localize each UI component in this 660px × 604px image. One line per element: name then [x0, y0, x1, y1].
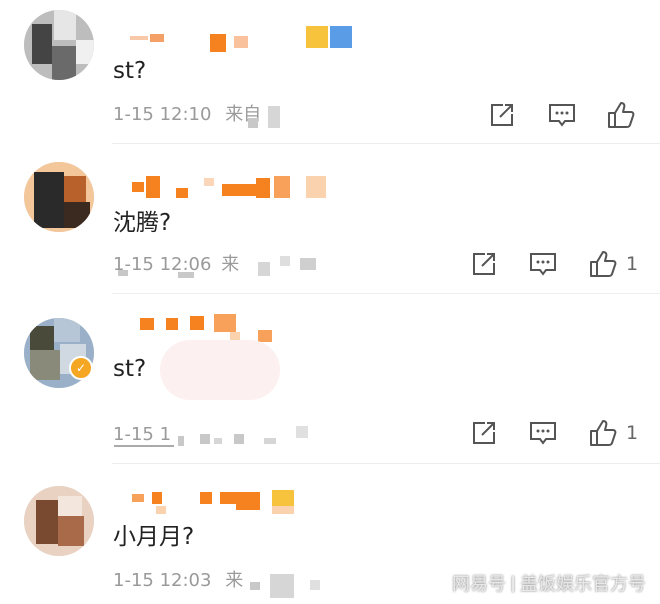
blurred-patch [160, 340, 280, 400]
comment-button[interactable] [528, 249, 558, 279]
comment-time: 1-15 12:10 [113, 104, 212, 125]
verified-badge-icon: ✓ [69, 356, 93, 380]
comment-text: st? [113, 356, 147, 382]
comment-meta: 1-15 12:06 来 [113, 254, 239, 276]
comment-meta: 1-15 12:03 来 [113, 570, 243, 592]
share-button[interactable] [487, 100, 517, 130]
comment-meta: 1-15 1 [113, 424, 171, 446]
share-icon [473, 253, 495, 275]
thumbs-up-icon [590, 251, 617, 277]
comment-icon [530, 422, 556, 445]
comment-source: 来 [221, 254, 240, 275]
share-icon [491, 104, 513, 126]
divider [112, 143, 660, 144]
comment-meta: 1-15 12:10 来自 [113, 104, 261, 126]
comment-icon [549, 104, 575, 127]
watermark: 网易号 盖饭娱乐官方号 [452, 570, 646, 596]
comment-icon [530, 253, 556, 276]
share-icon [473, 422, 495, 444]
comment-text: st? [113, 58, 147, 84]
comment-time: 1-15 1 [113, 424, 172, 445]
username-blurred[interactable] [126, 174, 336, 208]
share-button[interactable] [469, 249, 499, 279]
like-button[interactable] [606, 100, 636, 130]
thumbs-up-icon [608, 102, 635, 128]
divider [112, 463, 660, 464]
comment-time: 1-15 12:03 [113, 570, 212, 591]
share-button[interactable] [469, 418, 499, 448]
like-count: 1 [626, 253, 639, 275]
username-blurred[interactable] [126, 490, 306, 524]
thumbs-up-icon [590, 420, 617, 446]
watermark-separator [512, 576, 514, 592]
watermark-account: 盖饭娱乐官方号 [520, 574, 646, 595]
comment-button[interactable] [547, 100, 577, 130]
avatar[interactable] [24, 486, 94, 556]
comment-source: 来 [225, 570, 244, 591]
avatar[interactable] [24, 10, 94, 80]
like-button[interactable] [588, 249, 618, 279]
comment-text: 小月月? [113, 524, 195, 550]
username-blurred[interactable] [130, 26, 370, 60]
divider [112, 293, 660, 294]
like-button[interactable] [588, 418, 618, 448]
comment-button[interactable] [528, 418, 558, 448]
like-count: 1 [626, 422, 639, 444]
watermark-platform: 网易号 [452, 574, 506, 595]
avatar[interactable] [24, 162, 94, 232]
comment-text: 沈腾? [113, 210, 172, 236]
